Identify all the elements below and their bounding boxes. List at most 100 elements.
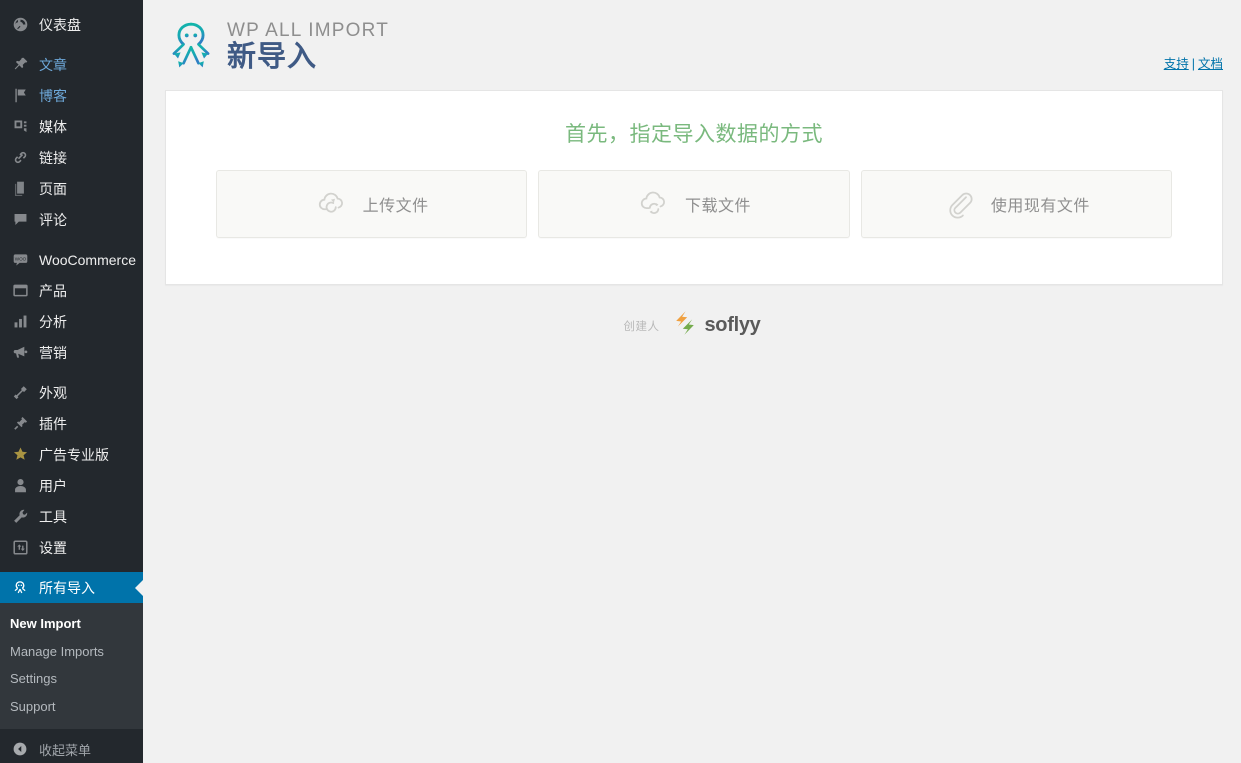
soflyy-wordmark: soflyy: [704, 314, 761, 336]
submenu-item-label: New Import: [10, 616, 81, 631]
plugin-icon: [9, 414, 31, 434]
created-by-label: 创建人: [623, 320, 660, 333]
sidebar-item-label: 媒体: [39, 118, 67, 135]
links-separator: |: [1191, 57, 1195, 71]
flag-icon: [9, 86, 31, 106]
user-icon: [9, 476, 31, 496]
collapse-left-icon: [9, 741, 31, 757]
sidebar-item-appearance[interactable]: 外观: [0, 377, 143, 408]
sidebar-item-marketing[interactable]: 营销: [0, 337, 143, 368]
sidebar-item-tools[interactable]: 工具: [0, 501, 143, 532]
submenu-item-new-import[interactable]: New Import: [0, 610, 143, 638]
sidebar-divider-2: [0, 235, 143, 244]
logo-product-name: WP ALL IMPORT: [227, 19, 390, 41]
submenu-item-settings[interactable]: Settings: [0, 665, 143, 693]
sidebar-item-label: 工具: [39, 508, 67, 525]
svg-text:WOO: WOO: [14, 257, 26, 262]
sidebar-item-plugins[interactable]: 插件: [0, 408, 143, 439]
sidebar-item-dashboard[interactable]: 仪表盘: [0, 9, 143, 40]
woo-icon: WOO: [9, 250, 31, 270]
page-icon: [9, 179, 31, 199]
sidebar-divider-3: [0, 368, 143, 377]
cloud-upload-icon: [315, 187, 349, 221]
submenu-item-label: Support: [10, 698, 56, 714]
sidebar-item-label: 评论: [39, 211, 67, 228]
sidebar-item-links[interactable]: 链接: [0, 142, 143, 173]
sidebar-top-gap: [0, 0, 143, 9]
paperclip-icon: [943, 187, 977, 221]
wrench-icon: [9, 507, 31, 527]
sidebar-item-woocommerce[interactable]: WOO WooCommerce: [0, 244, 143, 275]
sidebar-item-label: 博客: [39, 87, 67, 104]
import-method-choices: 上传文件 下载文件 使用现有文件: [166, 170, 1222, 238]
sidebar-submenu-all-import: New Import Manage Imports Settings Suppo…: [0, 603, 143, 730]
sidebar-item-all-import[interactable]: 所有导入: [0, 572, 143, 603]
sidebar-item-pages[interactable]: 页面: [0, 173, 143, 204]
sidebar-item-label: 所有导入: [39, 579, 95, 596]
choice-label: 上传文件: [362, 198, 429, 215]
use-existing-file-button[interactable]: 使用现有文件: [860, 170, 1172, 238]
settings-icon: [9, 538, 31, 558]
product-icon: [9, 281, 31, 301]
sidebar-item-label: 仪表盘: [39, 16, 81, 33]
page-footer: 创建人 soflyy: [143, 310, 1241, 341]
comment-icon: [9, 210, 31, 230]
soflyy-mark-icon: [673, 310, 697, 341]
dashboard-icon: [9, 15, 31, 35]
sidebar-item-ads-pro[interactable]: 广告专业版: [0, 439, 143, 470]
logo-text: WP ALL IMPORT 新导入: [227, 20, 389, 72]
docs-link[interactable]: 文档: [1198, 57, 1223, 71]
main-content: WP ALL IMPORT 新导入 支持 | 文档 首先，指定导入数据的方式 上…: [143, 0, 1241, 763]
octopus-icon: [9, 578, 31, 598]
sidebar-divider-1: [0, 40, 143, 49]
sidebar-item-media[interactable]: 媒体: [0, 111, 143, 142]
sidebar-item-label: 广告专业版: [39, 446, 109, 463]
analytics-icon: [9, 312, 31, 332]
admin-sidebar: 仪表盘 文章 博客 媒体 链接 页面 评论 WOO WooCommerce 产品…: [0, 0, 143, 763]
submenu-item-manage-imports[interactable]: Manage Imports: [0, 638, 143, 666]
header-links: 支持 | 文档: [1164, 53, 1223, 72]
sidebar-item-label: WooCommerce: [39, 251, 136, 268]
wp-all-import-logo: WP ALL IMPORT 新导入: [165, 18, 1241, 74]
sidebar-item-label: 文章: [39, 56, 67, 73]
sidebar-item-label: 分析: [39, 313, 67, 330]
submenu-item-label: Manage Imports: [10, 643, 104, 659]
sidebar-item-label: 插件: [39, 415, 67, 432]
submenu-item-label: Settings: [10, 671, 57, 687]
sidebar-item-label: 页面: [39, 180, 67, 197]
sidebar-item-label: 用户: [39, 477, 67, 494]
choice-label: 下载文件: [684, 198, 751, 215]
sidebar-item-label: 产品: [39, 282, 67, 299]
choice-label: 使用现有文件: [990, 198, 1090, 215]
sidebar-item-analytics[interactable]: 分析: [0, 306, 143, 337]
sidebar-item-comments[interactable]: 评论: [0, 204, 143, 235]
upload-file-button[interactable]: 上传文件: [216, 170, 528, 238]
megaphone-icon: [9, 343, 31, 363]
support-link[interactable]: 支持: [1164, 57, 1189, 71]
sidebar-item-users[interactable]: 用户: [0, 470, 143, 501]
logo-page-name: 新导入: [227, 40, 318, 73]
sidebar-item-label: 设置: [39, 539, 67, 556]
sidebar-item-label: 外观: [39, 384, 67, 401]
collapse-menu-label: 收起菜单: [39, 742, 92, 758]
link-icon: [9, 148, 31, 168]
page-header: WP ALL IMPORT 新导入 支持 | 文档: [143, 0, 1241, 90]
sidebar-item-settings[interactable]: 设置: [0, 532, 143, 563]
active-arrow-icon: [135, 579, 143, 596]
sidebar-item-blog[interactable]: 博客: [0, 80, 143, 111]
soflyy-brand[interactable]: soflyy: [673, 310, 761, 341]
cloud-download-icon: [637, 187, 671, 221]
page-title: 首先，指定导入数据的方式: [565, 123, 823, 146]
sidebar-item-products[interactable]: 产品: [0, 275, 143, 306]
media-icon: [9, 117, 31, 137]
appearance-icon: [9, 383, 31, 403]
sidebar-item-label: 链接: [39, 149, 67, 166]
sidebar-item-label: 营销: [39, 344, 67, 361]
admin-page: 仪表盘 文章 博客 媒体 链接 页面 评论 WOO WooCommerce 产品…: [0, 0, 1241, 763]
download-file-button[interactable]: 下载文件: [538, 170, 850, 238]
collapse-menu-button[interactable]: 收起菜单: [0, 732, 143, 763]
submenu-item-support[interactable]: Support: [0, 693, 143, 721]
sidebar-item-posts[interactable]: 文章: [0, 49, 143, 80]
import-method-card: 首先，指定导入数据的方式 上传文件 下载文件 使用现有文件: [165, 90, 1223, 285]
sidebar-divider-4: [0, 563, 143, 572]
